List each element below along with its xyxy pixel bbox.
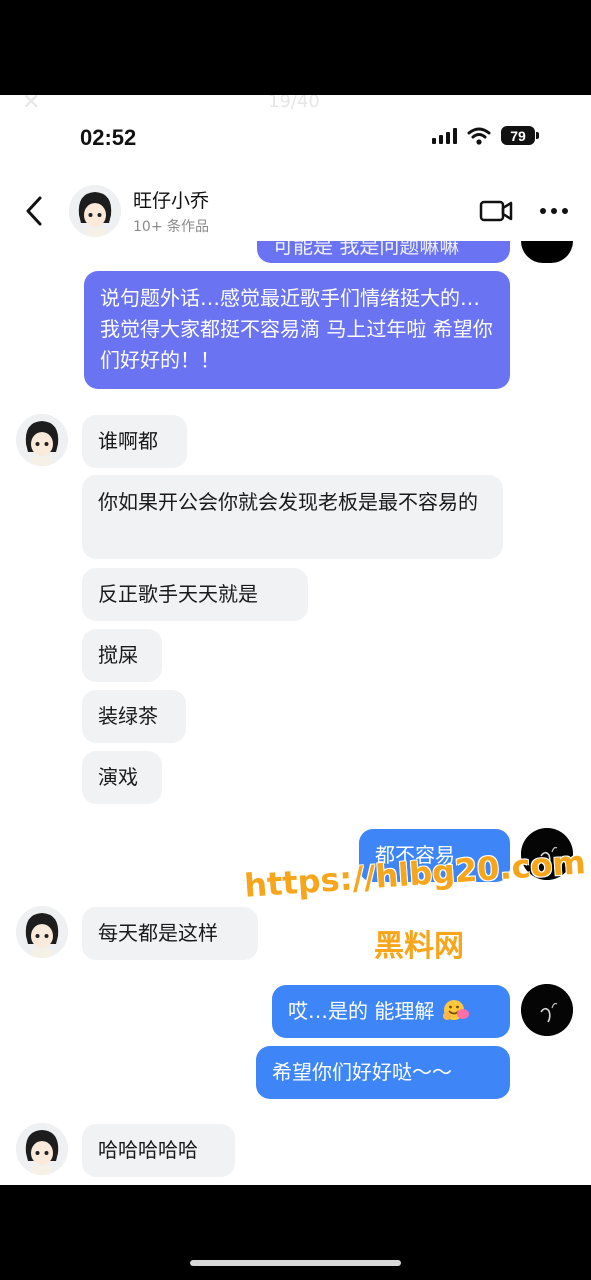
- contact-avatar[interactable]: [69, 185, 121, 237]
- my-avatar[interactable]: [521, 984, 573, 1036]
- dark-avatar-icon: [521, 984, 573, 1036]
- watermark-label: 黑料网: [374, 929, 464, 964]
- message-bubble-incoming[interactable]: 你如果开公会你就会发现老板是最不容易的: [82, 475, 503, 559]
- girl-avatar-icon: [16, 906, 68, 958]
- status-time: 02:52: [80, 125, 137, 150]
- image-counter: 19/40: [268, 95, 320, 112]
- more-options-icon[interactable]: [539, 207, 569, 215]
- battery-icon: 79: [501, 126, 539, 145]
- message-bubble-incoming[interactable]: 哈哈哈哈哈: [82, 1124, 235, 1177]
- wifi-icon: [467, 127, 491, 145]
- chat-screen: ✕ 19/40 02:52 79 旺仔小乔 10+ 条作品 可能是 我是问题嘛嘛…: [0, 95, 591, 1185]
- message-bubble-incoming[interactable]: 谁啊都: [82, 415, 187, 468]
- home-indicator[interactable]: [190, 1260, 401, 1266]
- status-icons: 79: [432, 126, 539, 145]
- contact-avatar[interactable]: [16, 906, 68, 958]
- hugging-face-emoji-icon: [442, 1000, 469, 1020]
- message-bubble-outgoing[interactable]: 希望你们好好哒～～: [256, 1046, 510, 1099]
- message-bubble-outgoing[interactable]: 说句题外话…感觉最近歌手们情绪挺大的…我觉得大家都挺不容易滴 马上过年啦 希望你…: [84, 271, 510, 389]
- message-text: 哎…是的 能理解: [288, 999, 435, 1023]
- message-bubble-incoming[interactable]: 每天都是这样: [82, 907, 258, 960]
- contact-subtitle: 10+ 条作品: [133, 219, 209, 235]
- close-overlay-icon[interactable]: ✕: [22, 95, 40, 114]
- my-avatar[interactable]: [521, 241, 573, 263]
- contact-avatar[interactable]: [16, 414, 68, 466]
- chat-header: 旺仔小乔 10+ 条作品: [0, 180, 591, 242]
- message-bubble-outgoing[interactable]: 哎…是的 能理解: [272, 985, 510, 1038]
- message-bubble-incoming[interactable]: 搅屎: [82, 629, 162, 682]
- girl-avatar-icon: [69, 185, 121, 237]
- contact-name: 旺仔小乔: [133, 190, 210, 212]
- back-arrow-icon[interactable]: [20, 194, 50, 228]
- message-bubble-incoming[interactable]: 装绿茶: [82, 690, 186, 743]
- girl-avatar-icon: [16, 414, 68, 466]
- message-text: 可能是 我是问题嘛嘛: [273, 241, 460, 258]
- message-bubble-outgoing[interactable]: 可能是 我是问题嘛嘛: [257, 241, 510, 263]
- girl-avatar-icon: [16, 1123, 68, 1175]
- signal-icon: [432, 127, 457, 144]
- video-call-icon[interactable]: [479, 198, 513, 224]
- battery-level: 79: [501, 126, 535, 145]
- contact-avatar[interactable]: [16, 1123, 68, 1175]
- message-bubble-incoming[interactable]: 演戏: [82, 751, 162, 804]
- message-bubble-incoming[interactable]: 反正歌手天天就是: [82, 568, 308, 621]
